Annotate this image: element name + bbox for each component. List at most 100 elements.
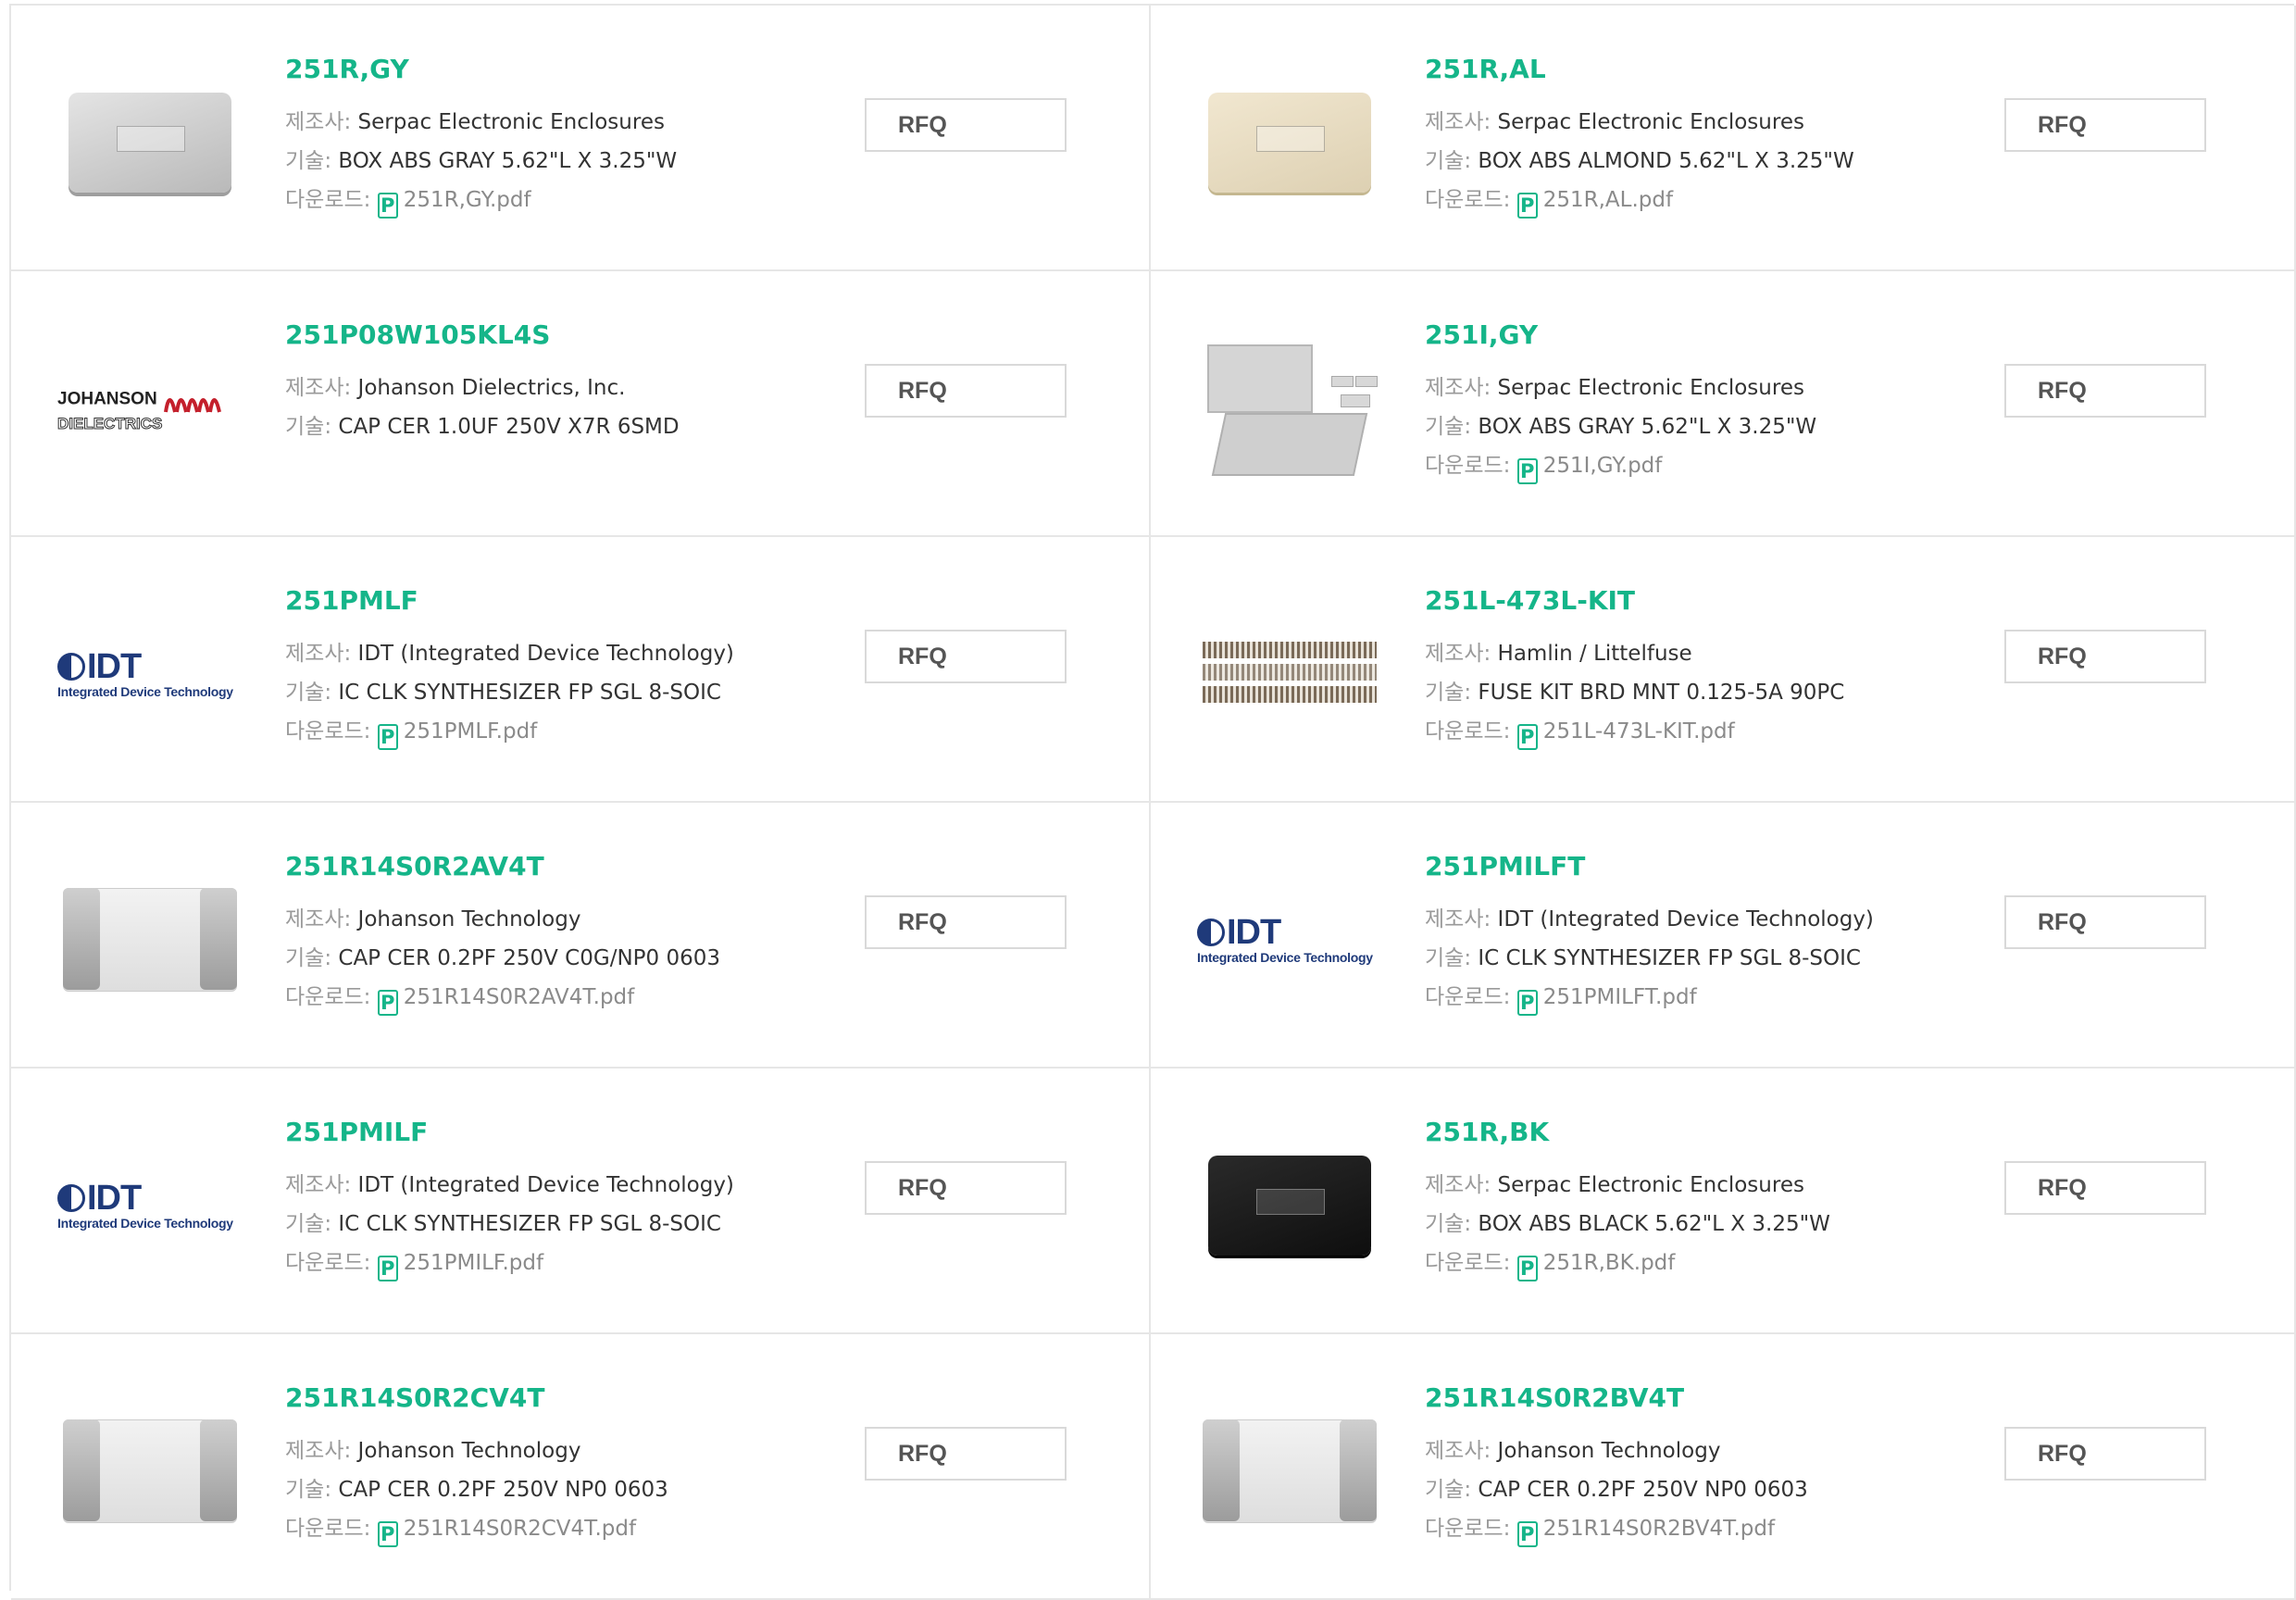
description-value: IC CLK SYNTHESIZER FP SGL 8-SOIC [338, 1212, 721, 1236]
download-label: 다운로드: [285, 1517, 371, 1541]
product-name-link[interactable]: 251R,GY [285, 54, 843, 85]
rfq-button[interactable]: RFQ [2004, 895, 2206, 949]
description-label: 기술: [1425, 946, 1472, 970]
pdf-icon[interactable]: P [1516, 458, 1538, 484]
rfq-button[interactable]: RFQ [865, 364, 1067, 418]
description-value: IC CLK SYNTHESIZER FP SGL 8-SOIC [338, 681, 721, 705]
johanson-dielectrics-logo: JOHANSON DIELECTRICS [57, 384, 243, 432]
product-info: 251PMLF 제조사: IDT (Integrated Device Tech… [285, 585, 843, 751]
product-thumbnail[interactable] [57, 50, 243, 235]
product-thumbnail[interactable]: JOHANSON DIELECTRICS [57, 316, 243, 501]
pdf-icon[interactable]: P [1516, 724, 1538, 750]
manufacturer-value: Serpac Electronic Enclosures [357, 110, 665, 134]
description-row: 기술: IC CLK SYNTHESIZER FP SGL 8-SOIC [285, 1205, 843, 1244]
product-name-link[interactable]: 251R14S0R2BV4T [1425, 1382, 1989, 1414]
pdf-icon[interactable]: P [377, 1256, 398, 1281]
description-label: 기술: [285, 1212, 332, 1236]
product-name-link[interactable]: 251R14S0R2AV4T [285, 851, 843, 882]
description-row: 기술: IC CLK SYNTHESIZER FP SGL 8-SOIC [285, 673, 843, 712]
manufacturer-value: Serpac Electronic Enclosures [1497, 376, 1804, 400]
manufacturer-label: 제조사: [1425, 907, 1491, 931]
description-row: 기술: CAP CER 0.2PF 250V NP0 0603 [285, 1470, 843, 1509]
manufacturer-value: Johanson Technology [357, 907, 581, 931]
datasheet-link[interactable]: 251R,AL.pdf [1543, 188, 1673, 212]
manufacturer-row: 제조사: IDT (Integrated Device Technology) [1425, 900, 1989, 939]
product-info: 251R,AL 제조사: Serpac Electronic Enclosure… [1425, 54, 1989, 219]
manufacturer-row: 제조사: Johanson Technology [285, 1431, 843, 1470]
product-thumbnail[interactable]: IDT Integrated Device Technology [57, 1113, 243, 1298]
description-row: 기술: BOX ABS GRAY 5.62"L X 3.25"W [285, 142, 843, 181]
datasheet-link[interactable]: 251R14S0R2AV4T.pdf [404, 985, 635, 1009]
manufacturer-label: 제조사: [285, 376, 352, 400]
rfq-button[interactable]: RFQ [865, 98, 1067, 152]
product-thumbnail[interactable] [1197, 1113, 1382, 1298]
pdf-icon[interactable]: P [377, 193, 398, 219]
product-card: 251I,GY 제조사: Serpac Electronic Enclosure… [1151, 271, 2296, 537]
manufacturer-row: 제조사: Serpac Electronic Enclosures [1425, 1166, 1989, 1205]
description-label: 기술: [1425, 1212, 1472, 1236]
rfq-button[interactable]: RFQ [865, 895, 1067, 949]
download-row: 다운로드: P 251R,BK.pdf [1425, 1244, 1989, 1282]
product-thumbnail[interactable] [57, 847, 243, 1032]
description-label: 기술: [285, 681, 332, 705]
datasheet-link[interactable]: 251R14S0R2BV4T.pdf [1543, 1517, 1775, 1541]
product-thumbnail[interactable]: IDT Integrated Device Technology [57, 581, 243, 767]
datasheet-link[interactable]: 251R,BK.pdf [1543, 1251, 1676, 1275]
capacitor-image [1203, 1419, 1377, 1523]
product-name-link[interactable]: 251PMLF [285, 585, 843, 617]
datasheet-link[interactable]: 251R,GY.pdf [404, 188, 531, 212]
pdf-icon[interactable]: P [1516, 1256, 1538, 1281]
product-info: 251R14S0R2AV4T 제조사: Johanson Technology … [285, 851, 843, 1017]
product-thumbnail[interactable] [1197, 581, 1382, 767]
product-name-link[interactable]: 251R14S0R2CV4T [285, 1382, 843, 1414]
enclosure-image [1208, 93, 1371, 193]
rfq-button[interactable]: RFQ [865, 1161, 1067, 1215]
rfq-button[interactable]: RFQ [2004, 630, 2206, 683]
product-name-link[interactable]: 251L-473L-KIT [1425, 585, 1989, 617]
rfq-button[interactable]: RFQ [865, 630, 1067, 683]
pdf-icon[interactable]: P [1516, 1521, 1538, 1547]
rfq-button[interactable]: RFQ [2004, 1427, 2206, 1481]
description-label: 기술: [285, 415, 332, 439]
product-thumbnail[interactable]: IDT Integrated Device Technology [1197, 847, 1382, 1032]
pdf-icon[interactable]: P [1516, 193, 1538, 219]
product-name-link[interactable]: 251PMILF [285, 1117, 843, 1148]
rfq-button[interactable]: RFQ [2004, 1161, 2206, 1215]
product-card: IDT Integrated Device Technology 251PMIL… [1151, 803, 2296, 1069]
product-name-link[interactable]: 251R,BK [1425, 1117, 1989, 1148]
product-name-link[interactable]: 251PMILFT [1425, 851, 1989, 882]
manufacturer-label: 제조사: [285, 642, 352, 666]
enclosure-open-image [1202, 339, 1378, 478]
rfq-button[interactable]: RFQ [2004, 98, 2206, 152]
pdf-icon[interactable]: P [377, 990, 398, 1016]
product-thumbnail[interactable] [1197, 50, 1382, 235]
datasheet-link[interactable]: 251PMILFT.pdf [1543, 985, 1697, 1009]
pdf-icon[interactable]: P [377, 1521, 398, 1547]
rfq-button[interactable]: RFQ [865, 1427, 1067, 1481]
download-label: 다운로드: [1425, 188, 1511, 212]
datasheet-link[interactable]: 251PMILF.pdf [404, 1251, 543, 1275]
product-thumbnail[interactable] [57, 1379, 243, 1564]
product-grid: 251R,GY 제조사: Serpac Electronic Enclosure… [9, 4, 2296, 1600]
datasheet-link[interactable]: 251R14S0R2CV4T.pdf [404, 1517, 636, 1541]
product-name-link[interactable]: 251I,GY [1425, 319, 1989, 351]
product-name-link[interactable]: 251P08W105KL4S [285, 319, 843, 351]
datasheet-link[interactable]: 251PMLF.pdf [404, 719, 538, 744]
product-info: 251PMILFT 제조사: IDT (Integrated Device Te… [1425, 851, 1989, 1017]
product-thumbnail[interactable] [1197, 316, 1382, 501]
manufacturer-label: 제조사: [285, 110, 352, 134]
product-name-link[interactable]: 251R,AL [1425, 54, 1989, 85]
manufacturer-row: 제조사: Serpac Electronic Enclosures [1425, 103, 1989, 142]
datasheet-link[interactable]: 251L-473L-KIT.pdf [1543, 719, 1735, 744]
rfq-button[interactable]: RFQ [2004, 364, 2206, 418]
description-value: CAP CER 0.2PF 250V NP0 0603 [338, 1478, 668, 1502]
download-row: 다운로드: P 251PMLF.pdf [285, 712, 843, 751]
pdf-icon[interactable]: P [377, 724, 398, 750]
manufacturer-label: 제조사: [1425, 1439, 1491, 1463]
datasheet-link[interactable]: 251I,GY.pdf [1543, 454, 1663, 478]
product-thumbnail[interactable] [1197, 1379, 1382, 1564]
description-label: 기술: [285, 946, 332, 970]
download-row: 다운로드: P 251L-473L-KIT.pdf [1425, 712, 1989, 751]
manufacturer-label: 제조사: [1425, 1173, 1491, 1197]
pdf-icon[interactable]: P [1516, 990, 1538, 1016]
